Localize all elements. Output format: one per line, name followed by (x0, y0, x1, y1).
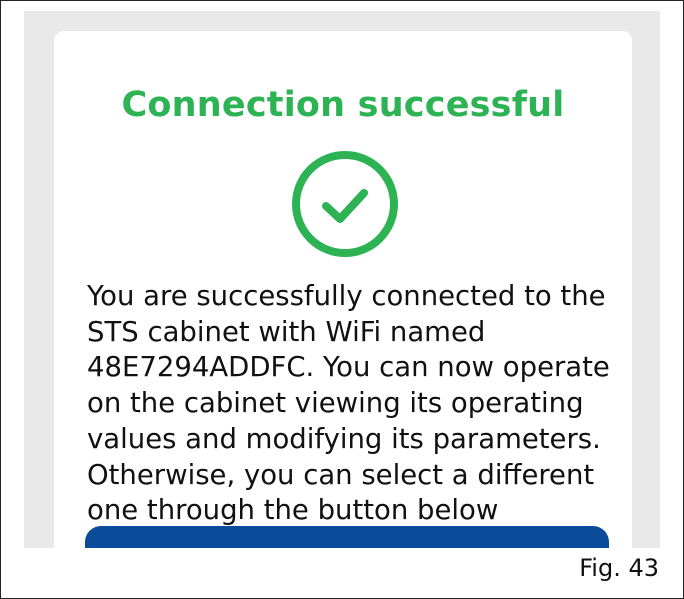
select-different-cabinet-button[interactable] (85, 526, 609, 548)
connection-dialog: Connection successful You are successful… (54, 31, 632, 548)
dialog-message: You are successfully connected to the ST… (87, 280, 610, 527)
dialog-title: Connection successful (121, 85, 565, 125)
figure-caption: Fig. 43 (579, 554, 659, 582)
app-screen: Connection successful You are successful… (24, 11, 660, 548)
check-circle-ring (292, 151, 398, 257)
check-circle-icon (292, 151, 398, 257)
check-mark (322, 189, 368, 223)
figure-frame: Connection successful You are successful… (0, 0, 684, 599)
